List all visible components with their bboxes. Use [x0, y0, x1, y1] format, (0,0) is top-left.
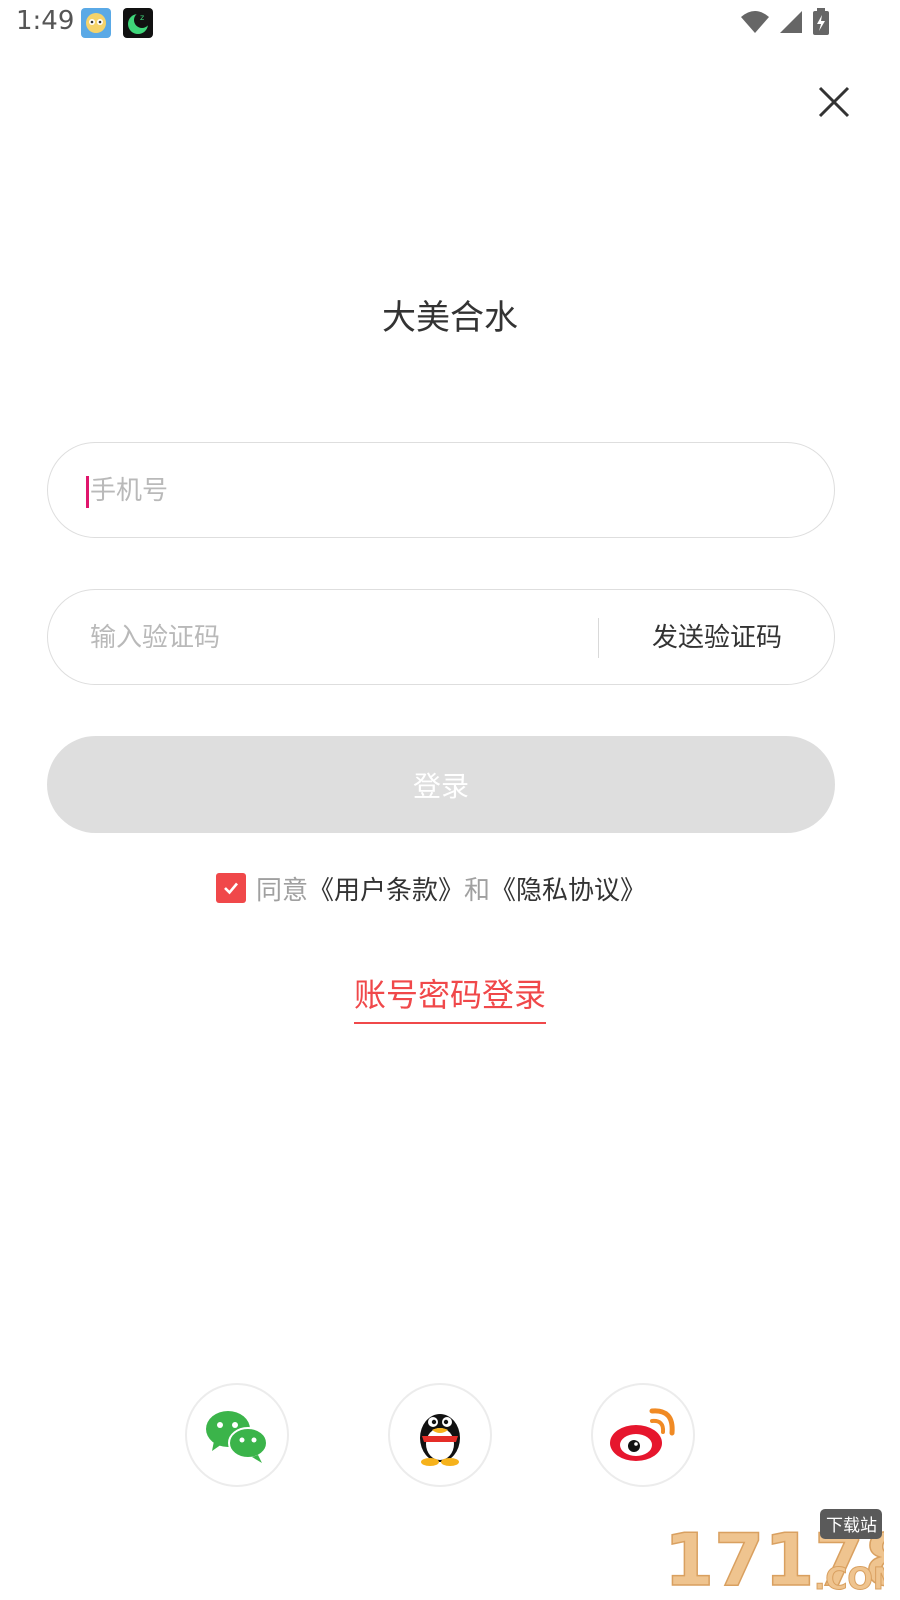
login-button[interactable]: 登录	[47, 736, 835, 833]
svg-text:z: z	[140, 13, 144, 22]
weibo-login-button[interactable]	[591, 1383, 695, 1487]
and-label: 和	[464, 875, 491, 906]
close-icon	[818, 86, 850, 118]
agree-label: 同意	[256, 875, 309, 906]
weibo-icon	[610, 1408, 675, 1461]
sleep-app-icon: z	[123, 8, 153, 38]
notification-app-icon	[81, 8, 111, 38]
field-divider	[598, 618, 599, 658]
cell-signal-icon	[780, 11, 802, 33]
agree-checkbox[interactable]	[216, 873, 246, 903]
check-icon	[224, 882, 238, 895]
close-button[interactable]	[812, 80, 856, 124]
qq-icon	[420, 1414, 460, 1466]
qq-login-button[interactable]	[388, 1383, 492, 1487]
watermark-tag: 下载站	[826, 1516, 877, 1536]
wifi-icon	[741, 11, 769, 33]
battery-icon	[813, 8, 829, 35]
phone-input[interactable]	[88, 443, 592, 539]
agreement-row: 同意 《用户条款》 和 《隐私协议》	[216, 870, 646, 906]
watermark-domain: .COM	[814, 1562, 884, 1595]
status-indicators	[740, 8, 830, 36]
wechat-icon	[206, 1411, 268, 1463]
verification-code-input[interactable]	[88, 590, 592, 686]
wechat-login-button[interactable]	[185, 1383, 289, 1487]
status-time: 1:49	[16, 6, 75, 36]
password-login-link[interactable]: 账号密码登录	[353, 976, 546, 1024]
send-code-button[interactable]: 发送验证码	[612, 618, 822, 658]
app-title: 大美合水	[382, 298, 518, 338]
phone-field[interactable]	[47, 442, 835, 539]
privacy-link[interactable]: 《隐私协议》	[490, 870, 646, 907]
text-caret	[86, 476, 89, 508]
alt-login-wrapper: 账号密码登录	[0, 970, 900, 1024]
site-watermark: 17178 下载站 .COM	[663, 1505, 900, 1600]
terms-link[interactable]: 《用户条款》	[308, 870, 464, 907]
